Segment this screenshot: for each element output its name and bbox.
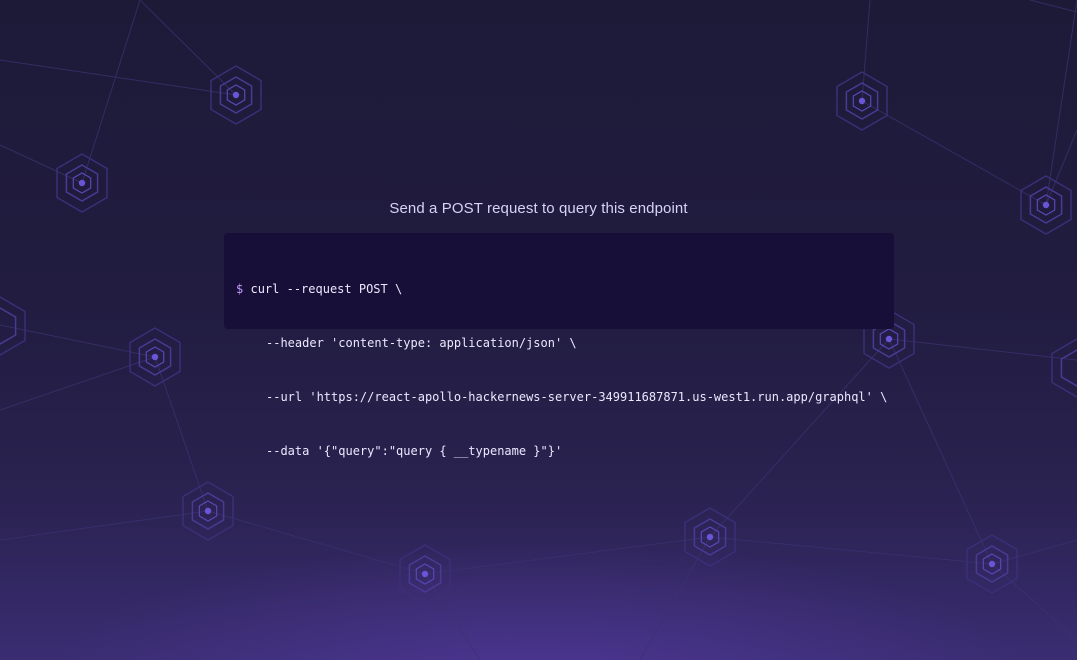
prompt-symbol: $ <box>236 282 244 296</box>
code-line-text: --url 'https://react-apollo-hackernews-s… <box>266 390 888 404</box>
hexagon-node-icon <box>210 65 262 125</box>
hexagon-node-icon <box>182 481 234 541</box>
hexagon-node-icon <box>129 327 181 387</box>
code-line-4: --data '{"query":"query { __typename }"}… <box>236 442 882 460</box>
hexagon-node-icon <box>1051 338 1077 398</box>
hexagon-node-icon <box>684 507 736 567</box>
endpoint-page: Send a POST request to query this endpoi… <box>0 0 1077 660</box>
code-line-1: $ curl --request POST \ <box>236 280 882 298</box>
code-line-2: --header 'content-type: application/json… <box>236 334 882 352</box>
code-line-3: --url 'https://react-apollo-hackernews-s… <box>236 388 887 406</box>
curl-code-block[interactable]: $ curl --request POST \ --header 'conten… <box>224 233 894 458</box>
hexagon-node-icon <box>836 71 888 131</box>
hexagon-node-icon <box>399 544 451 604</box>
page-title: Send a POST request to query this endpoi… <box>389 200 688 217</box>
code-line-text: --data '{"query":"query { __typename }"}… <box>266 444 563 458</box>
hexagon-node-icon <box>966 534 1018 594</box>
code-line-text: --header 'content-type: application/json… <box>266 336 577 350</box>
code-line-text: curl --request POST \ <box>250 282 403 296</box>
